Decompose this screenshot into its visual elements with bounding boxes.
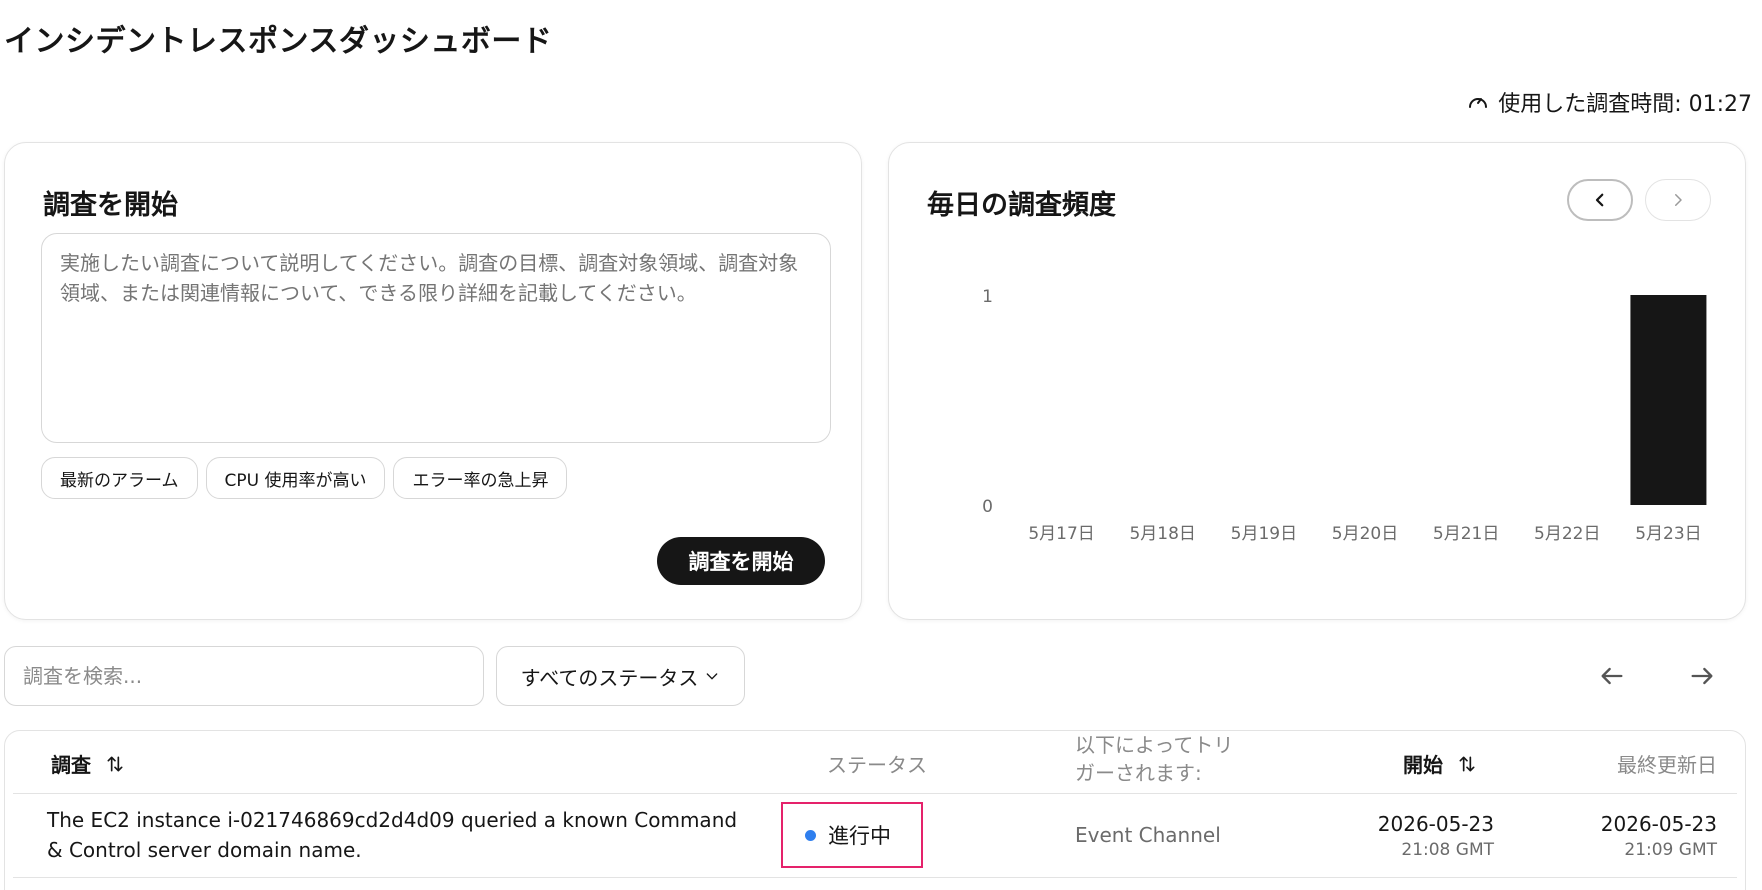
next-page-button[interactable] [1684,658,1720,694]
header-last-updated: 最終更新日 [1617,753,1717,777]
status-filter-label: すべてのステータス [520,665,699,690]
chip-error-rate-spike[interactable]: エラー率の急上昇 [393,457,568,499]
header-status: ステータス [827,753,927,777]
row-title[interactable]: The EC2 instance i-021746869cd2d4d09 que… [47,805,747,865]
chip-latest-alarms[interactable]: 最新のアラーム [41,457,198,499]
start-investigation-button[interactable]: 調査を開始 [657,537,825,585]
daily-frequency-card: 毎日の調査頻度 0 1 5月17日 5月18日 5月19日 5月20日 5月21日 5月22日… [888,142,1746,620]
investigations-table: 調査 ステータス 以下によってトリガーされます: 開始 最終更新日 The EC… [4,730,1746,890]
x-tick-label: 5月22日 [1534,524,1600,544]
header-start[interactable]: 開始 [1403,749,1477,778]
y-tick-label: 0 [982,497,993,517]
x-tick-label: 5月20日 [1332,524,1398,544]
x-tick-label: 5月21日 [1433,524,1499,544]
start-time: 21:08 GMT [1401,840,1494,860]
header-investigation-label: 調査 [51,753,91,777]
header-divider [13,793,1737,794]
gauge-icon [1469,98,1488,108]
updated-time: 21:09 GMT [1624,840,1717,860]
prev-page-button[interactable] [1594,658,1630,694]
investigation-prompt-input[interactable] [41,233,831,443]
x-tick-label: 5月17日 [1028,524,1094,544]
status-badge: 進行中 [781,802,923,868]
daily-frequency-chart: 0 1 5月17日 5月18日 5月19日 5月20日 5月21日 5月22日 5月23日 [982,287,1707,544]
start-card-title: 調査を開始 [43,190,178,221]
header-trigger: 以下によってトリガーされます: [1075,733,1234,785]
sort-icon [1459,756,1475,771]
row-divider [13,877,1737,878]
time-used-label: 使用した調査時間: 01:27 [1498,92,1752,117]
status-dot [805,829,816,841]
search-input[interactable] [4,646,484,706]
y-tick-label: 1 [982,287,993,307]
page-title: インシデントレスポンスダッシュボード [4,24,553,59]
chip-high-cpu[interactable]: CPU 使用率が高い [205,457,386,499]
arrow-left-icon [1601,667,1623,685]
row-updated: 2026-05-23 21:09 GMT [1547,809,1717,861]
x-tick-label: 5月18日 [1129,524,1195,544]
row-start: 2026-05-23 21:08 GMT [1324,809,1494,861]
header-start-label: 開始 [1403,753,1443,777]
status-label: 進行中 [828,824,891,848]
chevron-down-icon [707,673,718,680]
sort-icon [107,756,123,771]
x-tick-label: 5月19日 [1231,524,1297,544]
time-used-indicator: 使用した調査時間: 01:27 [1466,86,1752,118]
start-investigation-card: 調査を開始 最新のアラーム CPU 使用率が高い エラー率の急上昇 調査を開始 [4,142,862,620]
x-tick-label: 5月23日 [1635,524,1701,544]
chart-bar [1630,295,1707,505]
row-trigger: Event Channel [1075,823,1221,847]
header-investigation[interactable]: 調査 [51,749,125,778]
status-filter-select[interactable]: すべてのステータス [496,646,745,706]
start-date: 2026-05-23 [1377,812,1494,836]
suggestion-chips: 最新のアラーム CPU 使用率が高い エラー率の急上昇 [41,457,568,499]
updated-date: 2026-05-23 [1600,812,1717,836]
arrow-right-icon [1691,667,1713,685]
